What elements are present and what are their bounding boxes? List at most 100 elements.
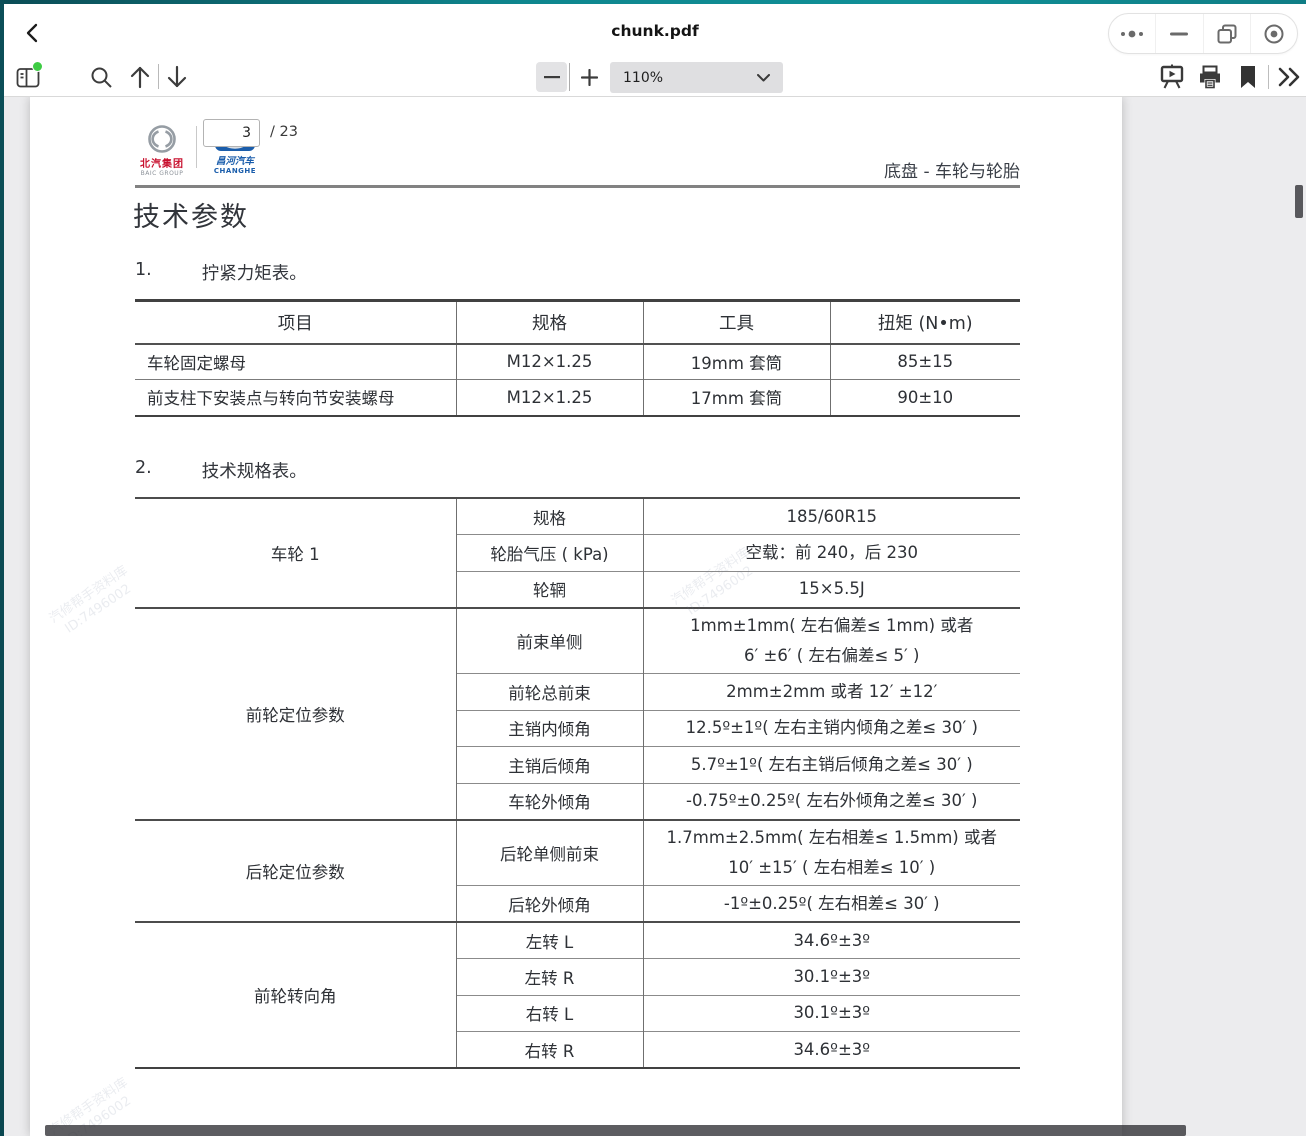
spec-value-cell: 185/60R15 bbox=[643, 498, 1020, 535]
toolbar-divider bbox=[1268, 65, 1269, 89]
pdf-page: 北汽集团 BAIC GROUP 昌河汽车 CHANGHE 底盘 - 车轮与轮胎 … bbox=[30, 97, 1122, 1136]
pdf-toolbar: / 23 110% bbox=[4, 56, 1306, 97]
more-tools-button[interactable] bbox=[1276, 64, 1304, 90]
table-cell: 19mm 套筒 bbox=[643, 344, 830, 380]
window-minimize-button[interactable] bbox=[1155, 14, 1202, 53]
spec-name-cell: 左转 R bbox=[456, 959, 643, 996]
table-cell: M12×1.25 bbox=[456, 344, 643, 380]
changhe-name-en: CHANGHE bbox=[204, 167, 266, 175]
window-controls bbox=[1108, 13, 1298, 54]
zoom-divider bbox=[569, 63, 570, 91]
spec-name-cell: 前轮总前束 bbox=[456, 674, 643, 711]
table-cell: 17mm 套筒 bbox=[643, 380, 830, 416]
section-1-title: 拧紧力矩表。 bbox=[202, 260, 307, 285]
table-row: 前轮定位参数前束单侧1mm±1mm( 左右偏差≤ 1mm) 或者6′ ±6′ (… bbox=[135, 608, 1020, 674]
table-row: 前轮转向角左转 L34.6º±3º bbox=[135, 922, 1020, 959]
column-header: 规格 bbox=[456, 301, 643, 344]
baic-name-cn: 北汽集团 bbox=[133, 155, 191, 170]
bookmark-button[interactable] bbox=[1235, 63, 1261, 90]
screen-play-icon bbox=[1160, 64, 1184, 89]
spec-value-cell: 1mm±1mm( 左右偏差≤ 1mm) 或者6′ ±6′ ( 左右偏差≤ 5′ … bbox=[643, 608, 1020, 674]
spec-name-cell: 左转 L bbox=[456, 922, 643, 959]
page-number-input[interactable] bbox=[203, 119, 260, 147]
title-bar: chunk.pdf bbox=[4, 4, 1306, 56]
baic-logo: 北汽集团 BAIC GROUP bbox=[133, 125, 191, 177]
spec-value-cell: 12.5º±1º( 左右主销内倾角之差≤ 30′ ) bbox=[643, 710, 1020, 747]
printer-icon bbox=[1198, 65, 1222, 89]
spec-name-cell: 右转 R bbox=[456, 1032, 643, 1069]
toolbar-divider bbox=[158, 64, 159, 89]
spec-value-cell: 30.1º±3º bbox=[643, 995, 1020, 1032]
column-header: 项目 bbox=[135, 301, 456, 344]
search-button[interactable] bbox=[88, 65, 114, 89]
zoom-out-button[interactable] bbox=[536, 62, 567, 92]
spec-name-cell: 规格 bbox=[456, 498, 643, 535]
spec-value-cell: 15×5.5J bbox=[643, 571, 1020, 608]
changhe-name-cn: 昌河汽车 bbox=[204, 153, 266, 167]
window-more-button[interactable] bbox=[1109, 14, 1155, 53]
table-cell: M12×1.25 bbox=[456, 380, 643, 416]
baic-name-en: BAIC GROUP bbox=[133, 170, 191, 177]
double-chevron-right-icon bbox=[1277, 67, 1303, 87]
previous-page-button[interactable] bbox=[127, 64, 153, 90]
window-restore-button[interactable] bbox=[1203, 14, 1250, 53]
spec-group-label: 前轮转向角 bbox=[135, 922, 456, 1068]
table-row: 车轮 1规格185/60R15 bbox=[135, 498, 1020, 535]
table-cell: 90±10 bbox=[830, 380, 1020, 416]
spec-value-cell: 1.7mm±2.5mm( 左右相差≤ 1.5mm) 或者10′ ±15′ ( 左… bbox=[643, 820, 1020, 886]
search-icon bbox=[90, 66, 113, 89]
horizontal-scrollbar-thumb[interactable] bbox=[45, 1125, 1186, 1136]
pdf-viewer-window: chunk.pdf bbox=[0, 0, 1306, 1136]
three-dots-icon bbox=[1119, 29, 1145, 39]
overlap-squares-icon bbox=[1217, 24, 1237, 44]
record-circle-icon bbox=[1263, 23, 1285, 45]
print-button[interactable] bbox=[1197, 63, 1223, 90]
minimize-icon bbox=[1170, 32, 1188, 36]
spec-table: 车轮 1规格185/60R15轮胎气压 ( kPa)空载：前 240，后 230… bbox=[135, 497, 1020, 1069]
zoom-level-value: 110% bbox=[623, 70, 663, 86]
window-close-button[interactable] bbox=[1250, 14, 1297, 53]
zoom-level-select[interactable]: 110% bbox=[610, 62, 783, 93]
watermark: 汽修帮手资料库ID:7496002 bbox=[46, 562, 140, 641]
spec-name-cell: 前束单侧 bbox=[456, 608, 643, 674]
spec-value-cell: -1º±0.25º( 左右相差≤ 30′ ) bbox=[643, 886, 1020, 923]
table-header-row: 项目规格工具扭矩 (N•m) bbox=[135, 301, 1020, 344]
table-row: 前支柱下安装点与转向节安装螺母M12×1.2517mm 套筒90±10 bbox=[135, 380, 1020, 416]
sidebar-toggle-button[interactable] bbox=[14, 64, 42, 90]
plus-icon bbox=[581, 69, 598, 86]
vertical-scrollbar-thumb[interactable] bbox=[1295, 185, 1303, 218]
document-viewport[interactable]: 北汽集团 BAIC GROUP 昌河汽车 CHANGHE 底盘 - 车轮与轮胎 … bbox=[4, 97, 1306, 1136]
spec-value-cell: 5.7º±1º( 左右主销后倾角之差≤ 30′ ) bbox=[643, 747, 1020, 784]
window-frame-top bbox=[0, 0, 1306, 4]
window-frame-left bbox=[0, 0, 4, 1136]
logo-divider bbox=[196, 126, 197, 168]
table-row: 车轮固定螺母M12×1.2519mm 套筒85±15 bbox=[135, 344, 1020, 380]
arrow-down-icon bbox=[166, 65, 188, 89]
baic-emblem-icon bbox=[147, 125, 177, 154]
next-page-button[interactable] bbox=[164, 64, 190, 90]
column-header: 工具 bbox=[643, 301, 830, 344]
torque-table: 项目规格工具扭矩 (N•m)车轮固定螺母M12×1.2519mm 套筒85±15… bbox=[135, 299, 1020, 417]
minus-icon bbox=[544, 75, 560, 79]
spec-value-cell: 34.6º±3º bbox=[643, 922, 1020, 959]
spec-value-cell: 34.6º±3º bbox=[643, 1032, 1020, 1069]
spec-value-cell: 30.1º±3º bbox=[643, 959, 1020, 996]
column-header: 扭矩 (N•m) bbox=[830, 301, 1020, 344]
table-cell: 85±15 bbox=[830, 344, 1020, 380]
table-cell: 前支柱下安装点与转向节安装螺母 bbox=[135, 380, 456, 416]
zoom-in-button[interactable] bbox=[574, 62, 605, 92]
spec-group-label: 前轮定位参数 bbox=[135, 608, 456, 820]
chevron-down-icon bbox=[757, 74, 770, 82]
spec-name-cell: 轮胎气压 ( kPa) bbox=[456, 535, 643, 572]
section-2-number: 2. bbox=[135, 458, 152, 483]
notification-dot bbox=[32, 61, 43, 72]
section-1-number: 1. bbox=[135, 260, 152, 285]
presentation-mode-button[interactable] bbox=[1159, 63, 1185, 90]
bookmark-icon bbox=[1239, 65, 1257, 89]
spec-group-label: 后轮定位参数 bbox=[135, 820, 456, 923]
arrow-up-icon bbox=[129, 65, 151, 89]
table-row: 后轮定位参数后轮单侧前束1.7mm±2.5mm( 左右相差≤ 1.5mm) 或者… bbox=[135, 820, 1020, 886]
doc-title: 技术参数 bbox=[133, 195, 249, 234]
spec-value-cell: 2mm±2mm 或者 12′ ±12′ bbox=[643, 674, 1020, 711]
spec-name-cell: 轮辋 bbox=[456, 571, 643, 608]
